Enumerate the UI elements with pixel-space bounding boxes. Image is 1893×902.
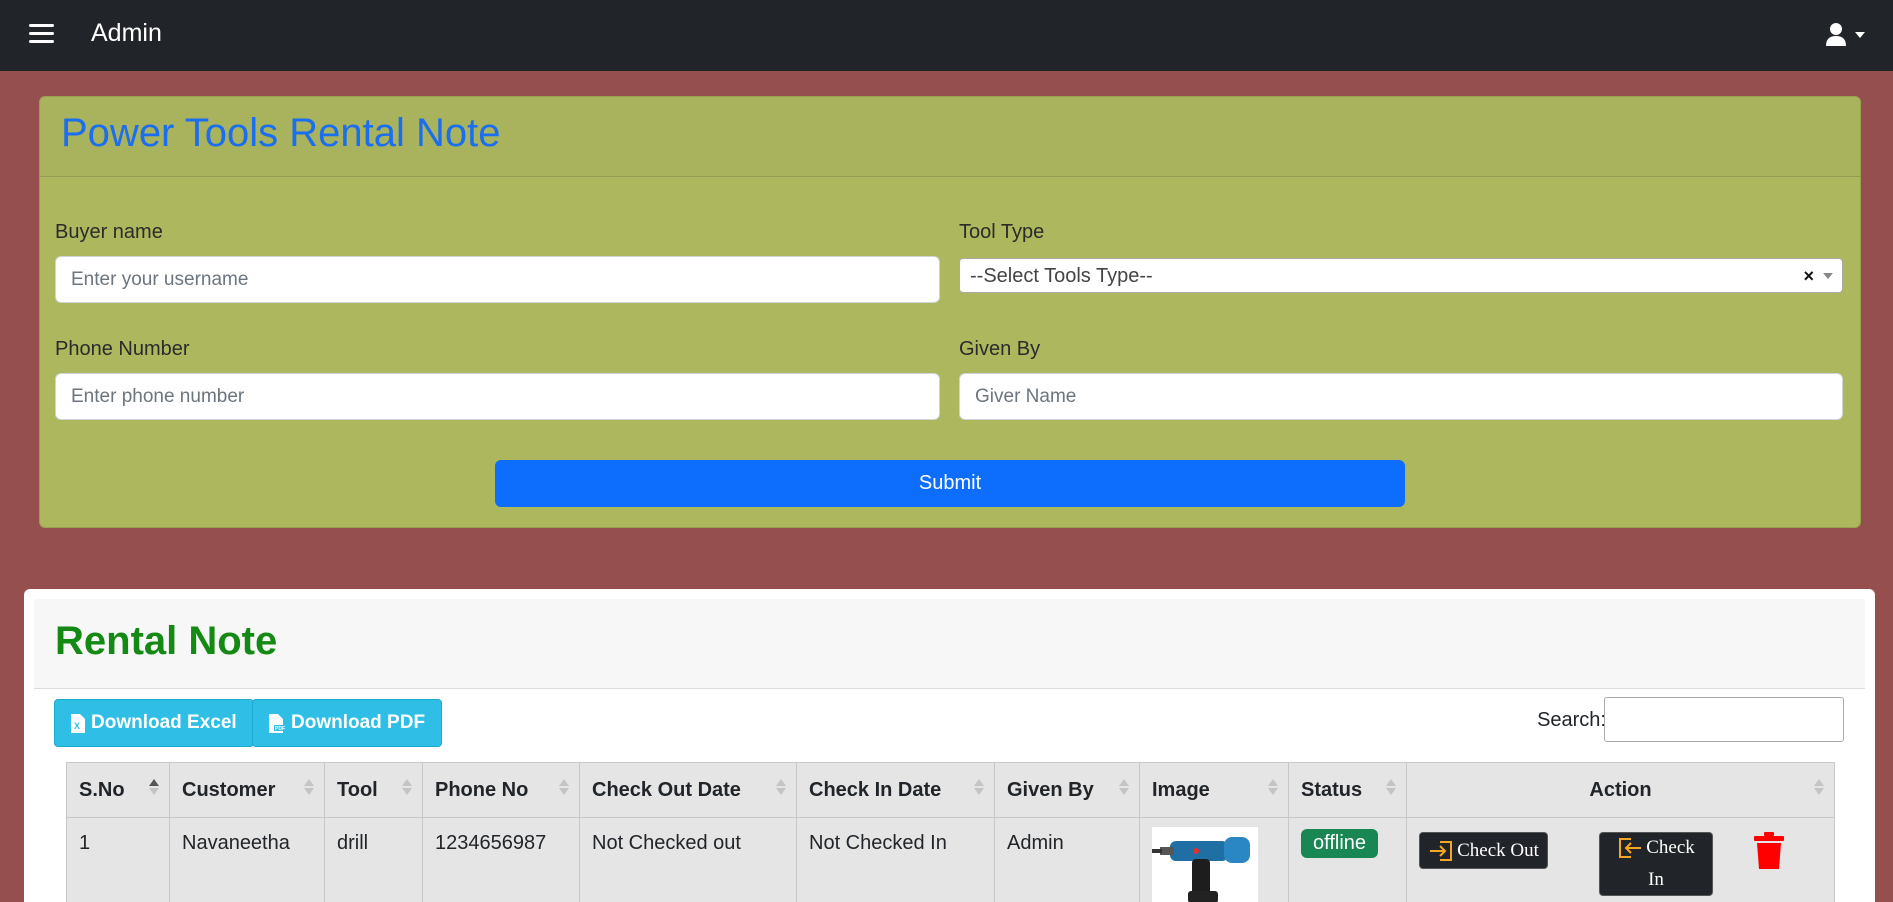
column-header-checkout[interactable]: Check Out Date [579,762,797,818]
sort-icon [304,779,314,795]
sort-asc-icon [149,779,159,795]
cell-status: offline [1288,817,1407,902]
column-header-checkin[interactable]: Check In Date [796,762,995,818]
given-by-input[interactable] [959,373,1843,420]
column-header-status[interactable]: Status [1288,762,1407,818]
cell-customer: Navaneetha [169,817,325,902]
column-header-image[interactable]: Image [1139,762,1289,818]
user-icon [1826,23,1865,46]
box-arrow-in-left-icon [1619,837,1642,858]
dropdown-arrow-icon [1823,273,1833,279]
check-in-button[interactable]: Check In [1599,832,1713,896]
sort-icon [1268,779,1278,795]
sort-icon [776,779,786,795]
cell-tool: drill [324,817,423,902]
check-out-button[interactable]: Check Out [1419,832,1548,869]
user-menu-dropdown[interactable] [1825,22,1869,48]
column-header-given-by[interactable]: Given By [994,762,1140,818]
caret-down-icon [1855,32,1865,38]
svg-text:PDF: PDF [275,726,285,732]
table-header: Rental Note [34,599,1865,689]
tool-type-label: Tool Type [959,221,1045,243]
check-in-label-line2: In [1648,869,1664,891]
search-input[interactable] [1604,697,1844,742]
svg-text:X: X [74,721,80,731]
download-pdf-button[interactable]: PDF Download PDF [252,699,443,747]
rental-table: S.No Customer Tool Phone No Check Out Da… [66,762,1835,902]
drill-tool-image [1152,827,1258,902]
cell-given-by: Admin [994,817,1140,902]
buyer-name-label: Buyer name [55,221,163,243]
tool-type-selected: --Select Tools Type-- [970,265,1153,287]
top-navbar: Admin [0,0,1893,71]
tool-type-select[interactable]: --Select Tools Type-- × [959,258,1843,293]
hamburger-icon[interactable] [29,24,54,44]
excel-file-icon: X [71,713,85,733]
status-badge: offline [1301,829,1379,858]
pdf-file-icon: PDF [269,713,285,733]
check-out-label: Check Out [1457,839,1539,861]
phone-number-input[interactable] [55,373,940,420]
search-label: Search: [1537,709,1606,731]
cell-action: Check Out Check In [1406,817,1835,902]
column-header-action[interactable]: Action [1406,762,1835,818]
table-row: 1 Navaneetha drill 1234656987 Not Checke… [66,817,1835,902]
column-header-customer[interactable]: Customer [169,762,325,818]
cell-image [1139,817,1289,902]
buyer-name-input[interactable] [55,256,940,303]
clear-icon[interactable]: × [1803,266,1814,287]
sort-icon [1814,779,1824,795]
box-arrow-in-right-icon [1430,840,1453,861]
submit-button[interactable]: Submit [495,460,1405,507]
column-header-sno[interactable]: S.No [66,762,170,818]
download-excel-label: Download Excel [91,712,237,733]
table-header-row: S.No Customer Tool Phone No Check Out Da… [66,762,1835,818]
sort-icon [974,779,984,795]
cell-sno: 1 [66,817,170,902]
check-in-label-line1: Check [1646,836,1695,858]
phone-number-label: Phone Number [55,338,190,360]
trash-icon[interactable] [1753,832,1785,870]
download-pdf-label: Download PDF [291,712,426,733]
form-header: Power Tools Rental Note [40,97,1860,177]
sort-icon [1119,779,1129,795]
column-header-tool[interactable]: Tool [324,762,423,818]
column-header-phone[interactable]: Phone No [422,762,580,818]
rental-table-card: Rental Note X Download Excel PDF Downloa… [24,589,1875,902]
navbar-brand[interactable]: Admin [91,19,162,48]
cell-checkin-date: Not Checked In [796,817,995,902]
sort-icon [559,779,569,795]
download-excel-button[interactable]: X Download Excel [54,699,254,747]
rental-form-card: Power Tools Rental Note Buyer name Tool … [39,96,1861,528]
sort-icon [1386,779,1396,795]
form-title: Power Tools Rental Note [61,111,501,155]
cell-checkout-date: Not Checked out [579,817,797,902]
given-by-label: Given By [959,338,1041,360]
cell-phone: 1234656987 [422,817,580,902]
table-title: Rental Note [55,619,278,663]
sort-icon [402,779,412,795]
